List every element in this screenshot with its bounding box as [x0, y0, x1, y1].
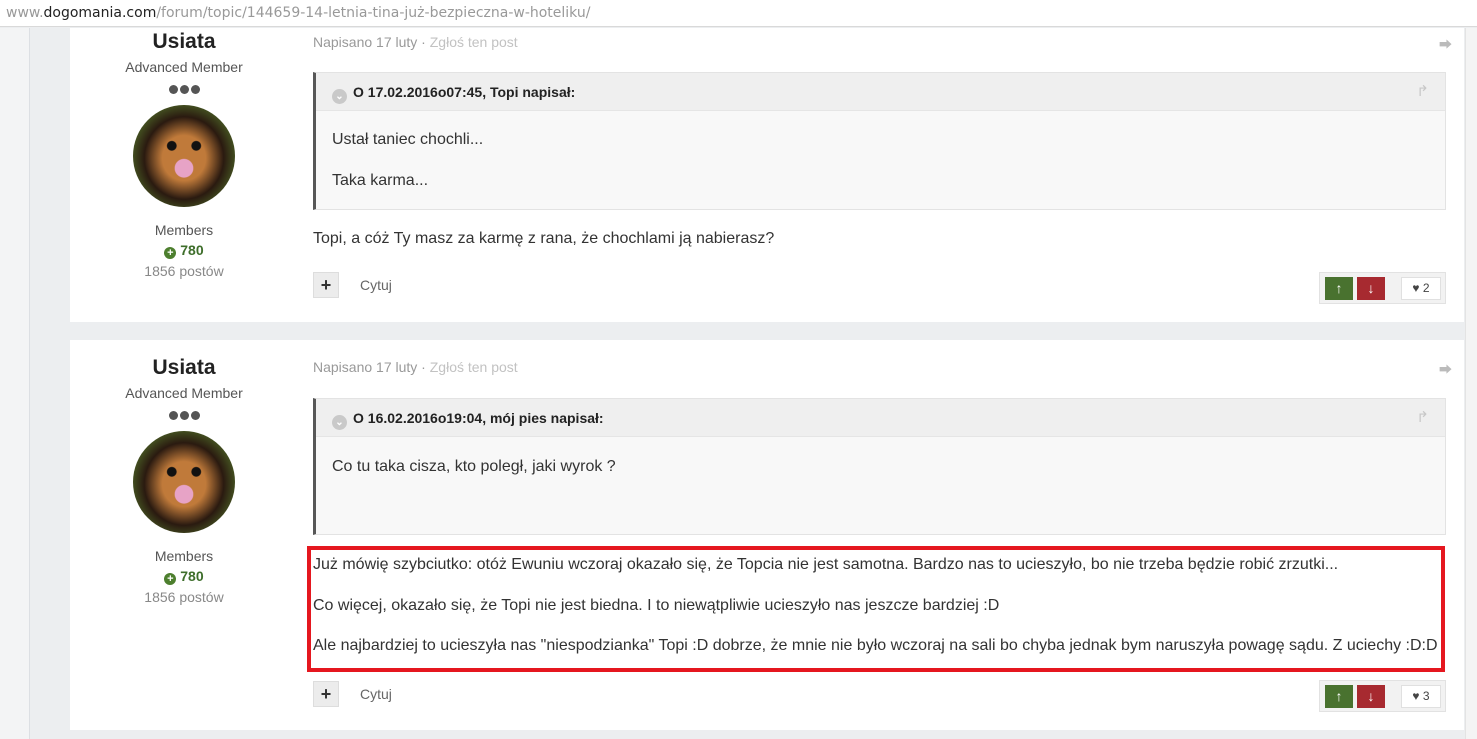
url-host: dogomania.com — [43, 5, 157, 21]
like-counter[interactable]: ♥ 3 — [1401, 685, 1441, 708]
meta-separator: · — [417, 34, 430, 50]
vote-bar: ↑ ↓ ♥ 3 — [1319, 680, 1446, 712]
quote-line: Ustał taniec chochli... — [332, 131, 484, 148]
like-counter[interactable]: ♥ 2 — [1401, 277, 1441, 300]
author-name[interactable]: Usiata — [70, 356, 298, 380]
post-text: Topi, a cóż Ty masz za karmę z rana, że … — [313, 230, 775, 247]
quote-header: ⌄ O 16.02.2016o19:04, mój pies napisał: ↱ — [316, 399, 1445, 437]
forum-post: Usiata Advanced Member Members + 780 185… — [70, 28, 1464, 322]
quote-block: ⌄ O 17.02.2016o07:45, Topi napisał: ↱ Ust… — [313, 72, 1446, 210]
chevron-down-icon[interactable]: ⌄ — [332, 415, 347, 430]
avatar[interactable] — [133, 105, 235, 207]
post-date[interactable]: Napisano 17 luty — [313, 34, 417, 50]
like-count: 2 — [1422, 281, 1430, 295]
author-rank: Advanced Member — [125, 385, 243, 401]
post-author-panel: Usiata Advanced Member Members + 780 185… — [70, 356, 298, 605]
author-post-count: 1856 postów — [144, 589, 224, 605]
url-scheme: www. — [6, 5, 44, 21]
share-icon[interactable]: ⮕ — [1439, 34, 1452, 53]
post-author-panel: Usiata Advanced Member Members + 780 185… — [70, 30, 298, 279]
quote-button[interactable]: Cytuj — [360, 277, 392, 293]
url-path: /forum/topic/144659-14-letnia-tina-już-b… — [156, 5, 591, 21]
left-gutter — [0, 28, 30, 739]
plus-icon[interactable]: + — [313, 681, 339, 707]
quote-share-icon[interactable]: ↱ — [1416, 408, 1429, 426]
post-date[interactable]: Napisano 17 luty — [313, 359, 417, 375]
arrow-up-icon[interactable]: ↑ — [1325, 685, 1353, 708]
post-meta: Napisano 17 luty · Zgłoś ten post — [313, 359, 518, 375]
heart-icon: ♥ — [1412, 689, 1420, 703]
author-group: Members — [154, 222, 214, 238]
plus-circle-icon: + — [164, 247, 177, 259]
meta-separator: · — [417, 359, 430, 375]
author-post-count: 1856 postów — [144, 263, 224, 279]
author-rank: Advanced Member — [125, 59, 243, 75]
arrow-up-icon[interactable]: ↑ — [1325, 277, 1353, 300]
author-reputation: + 780 — [70, 242, 298, 259]
heart-icon: ♥ — [1412, 281, 1420, 295]
report-post-link[interactable]: Zgłoś ten post — [430, 359, 518, 375]
report-post-link[interactable]: Zgłoś ten post — [430, 34, 518, 50]
post-meta: Napisano 17 luty · Zgłoś ten post — [313, 34, 518, 50]
author-reputation: + 780 — [70, 568, 298, 585]
chevron-down-icon[interactable]: ⌄ — [332, 89, 347, 104]
quote-button[interactable]: Cytuj — [360, 686, 392, 702]
rank-pips — [70, 407, 298, 420]
highlight-box — [307, 546, 1445, 672]
arrow-down-icon[interactable]: ↓ — [1357, 277, 1385, 300]
share-icon[interactable]: ⮕ — [1439, 359, 1452, 378]
quote-block: ⌄ O 16.02.2016o19:04, mój pies napisał: ↱… — [313, 398, 1446, 535]
vote-bar: ↑ ↓ ♥ 2 — [1319, 272, 1446, 304]
plus-circle-icon: + — [164, 573, 177, 585]
quote-header-text: O 17.02.2016o07:45, Topi napisał: — [353, 84, 576, 100]
author-name[interactable]: Usiata — [70, 30, 298, 54]
arrow-down-icon[interactable]: ↓ — [1357, 685, 1385, 708]
like-count: 3 — [1422, 689, 1430, 703]
avatar[interactable] — [133, 431, 235, 533]
rank-pips — [70, 81, 298, 94]
quote-share-icon[interactable]: ↱ — [1416, 82, 1429, 100]
address-bar[interactable]: www.dogomania.com/forum/topic/144659-14-… — [0, 0, 1477, 27]
quote-line: Co tu taka cisza, kto poległ, jaki wyrok… — [332, 458, 616, 475]
reputation-value: 780 — [180, 242, 204, 258]
plus-icon[interactable]: + — [313, 272, 339, 298]
author-group: Members — [154, 548, 214, 564]
quote-header: ⌄ O 17.02.2016o07:45, Topi napisał: ↱ — [316, 73, 1445, 111]
quote-line: Taka karma... — [332, 172, 429, 189]
scrollbar[interactable] — [1465, 28, 1477, 739]
reputation-value: 780 — [180, 568, 204, 584]
quote-header-text: O 16.02.2016o19:04, mój pies napisał: — [353, 410, 604, 426]
